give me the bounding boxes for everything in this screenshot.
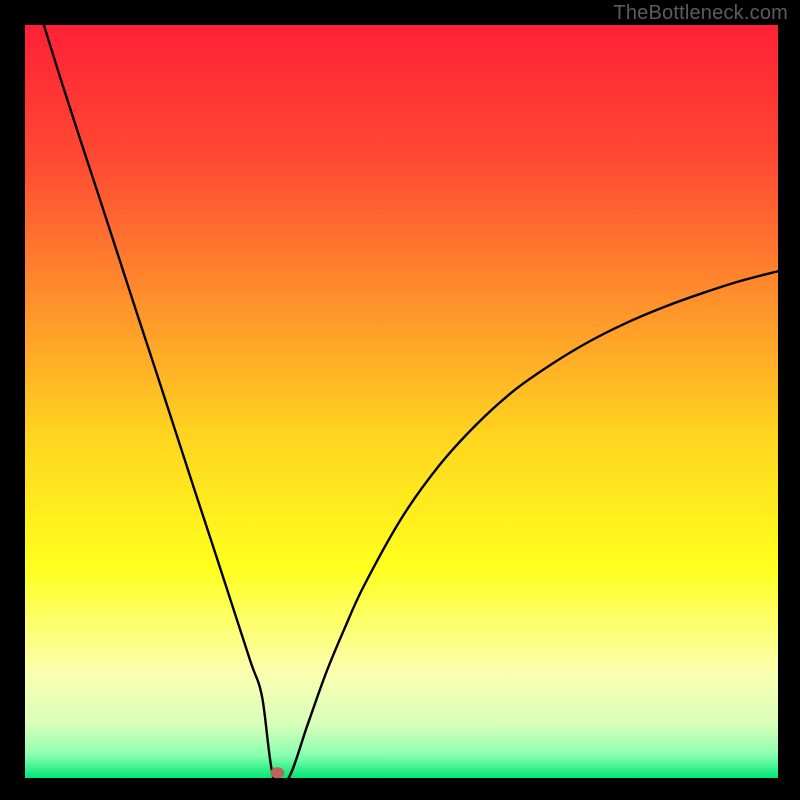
plot-canvas: [0, 0, 800, 800]
plot-background: [25, 25, 778, 778]
min-marker: [270, 767, 284, 778]
chart-frame: TheBottleneck.com: [0, 0, 800, 800]
